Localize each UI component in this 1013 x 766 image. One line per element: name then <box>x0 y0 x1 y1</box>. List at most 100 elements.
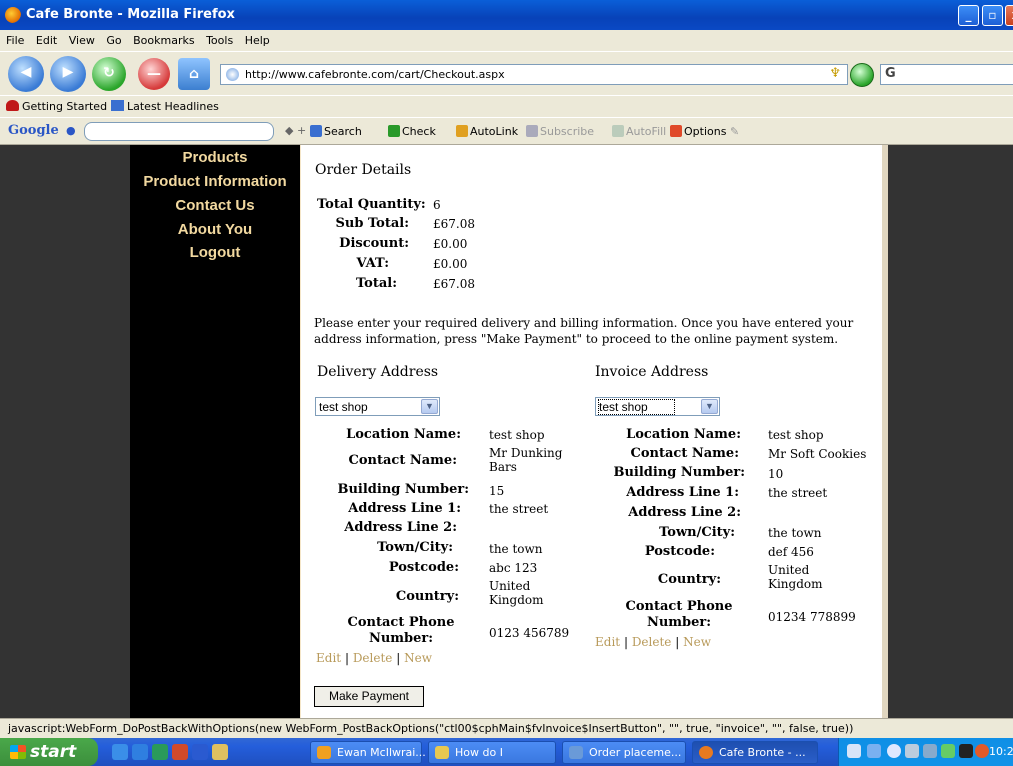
invoice-contact-label: Contact Name: <box>630 446 739 461</box>
menu-help[interactable]: Help <box>245 34 270 47</box>
menu-bookmarks[interactable]: Bookmarks <box>133 34 194 47</box>
google-search-input[interactable] <box>84 122 274 141</box>
home-icon: ⌂ <box>188 66 200 82</box>
delivery-phone-label: Contact Phone Number: <box>347 615 455 646</box>
delivery-contact-label: Contact Name: <box>348 453 457 468</box>
invoice-location-value: test shop <box>768 428 824 442</box>
home-button[interactable]: ⌂ <box>178 58 210 90</box>
browser-icon[interactable] <box>132 744 148 760</box>
invoice-new-link[interactable]: New <box>683 635 711 649</box>
invoice-address2-label: Address Line 2: <box>628 505 741 520</box>
search-box[interactable]: G <box>880 64 1013 85</box>
display-icon[interactable] <box>923 744 937 758</box>
delivery-location-value: test shop <box>489 428 545 442</box>
task-ewan[interactable]: Ewan McIlwrai... <box>310 741 426 764</box>
app-icon[interactable] <box>959 744 973 758</box>
close-button[interactable]: x <box>1005 5 1013 26</box>
nav-logout[interactable]: Logout <box>130 244 300 261</box>
folder-icon[interactable] <box>212 744 228 760</box>
google-toolbar: Google ● ◆ + Search Check AutoLink Subsc… <box>0 117 1013 145</box>
back-button[interactable]: ◀ <box>8 56 44 92</box>
taskbar: start Ewan McIlwrai... How do I Order pl… <box>0 738 1013 766</box>
make-payment-button[interactable]: Make Payment <box>314 686 424 707</box>
navigation-toolbar: ◀ ▶ ↻ — ⌂ http://www.cafebronte.com/cart… <box>0 51 1013 95</box>
google-logo[interactable]: Google <box>8 123 59 138</box>
go-button[interactable] <box>850 63 874 87</box>
delivery-address-select[interactable]: test shop ▼ <box>315 397 440 416</box>
link-separator: | <box>396 651 401 665</box>
google-g-icon: G <box>885 66 896 81</box>
menu-edit[interactable]: Edit <box>36 34 57 47</box>
back-arrow-icon: ◀ <box>20 64 32 80</box>
menu-tools[interactable]: Tools <box>206 34 233 47</box>
invoice-phone-value: 01234 778899 <box>768 610 856 624</box>
bookmark-icon <box>6 100 19 111</box>
bookmark-latest-headlines[interactable]: Latest Headlines <box>111 100 219 113</box>
window-title: Cafe Bronte - Mozilla Firefox <box>26 7 235 22</box>
vat-label: VAT: <box>356 256 389 271</box>
delivery-new-link[interactable]: New <box>404 651 432 665</box>
minimize-button[interactable]: _ <box>958 5 979 26</box>
invoice-address1-label: Address Line 1: <box>626 485 739 500</box>
stop-button[interactable]: — <box>138 58 170 90</box>
delivery-edit-link[interactable]: Edit <box>316 651 341 665</box>
bookmark-getting-started[interactable]: Getting Started <box>6 100 107 113</box>
reload-button[interactable]: ↻ <box>92 57 126 91</box>
delivery-building-value: 15 <box>489 484 505 498</box>
nav-about-you[interactable]: About You <box>130 221 300 238</box>
help-icon[interactable] <box>847 744 861 758</box>
google-subscribe-button[interactable]: Subscribe <box>526 125 594 138</box>
forward-arrow-icon: ▶ <box>62 64 74 80</box>
pencil-icon[interactable]: ✎ <box>730 125 739 138</box>
menu-bar: File Edit View Go Bookmarks Tools Help <box>0 30 1013 51</box>
ie-icon[interactable] <box>112 744 128 760</box>
task-cafe-bronte[interactable]: Cafe Bronte - ... <box>692 741 818 764</box>
delivery-phone-value: 0123 456789 <box>489 626 570 640</box>
forward-button[interactable]: ▶ <box>50 56 86 92</box>
start-button[interactable]: start <box>0 738 98 766</box>
menu-view[interactable]: View <box>69 34 95 47</box>
firefox-icon <box>5 7 21 23</box>
delivery-delete-link[interactable]: Delete <box>353 651 393 665</box>
spellcheck-icon <box>388 125 400 137</box>
powerpoint-icon[interactable] <box>172 744 188 760</box>
excel-icon[interactable] <box>152 744 168 760</box>
word-icon[interactable] <box>192 744 208 760</box>
document-icon <box>569 746 583 759</box>
task-how-do-i[interactable]: How do I <box>428 741 556 764</box>
google-check-button[interactable]: Check <box>388 125 436 138</box>
google-search-button[interactable]: Search <box>310 125 362 138</box>
google-autolink-button[interactable]: AutoLink <box>456 125 518 138</box>
google-options-button[interactable]: Options <box>670 125 726 138</box>
usb-icon[interactable] <box>905 744 919 758</box>
volume-icon[interactable] <box>887 744 901 758</box>
google-autofill-button[interactable]: AutoFill <box>612 125 666 138</box>
address-url: http://www.cafebronte.com/cart/Checkout.… <box>245 68 505 81</box>
menu-file[interactable]: File <box>6 34 24 47</box>
antivirus-icon[interactable] <box>975 744 989 758</box>
address-bar[interactable]: http://www.cafebronte.com/cart/Checkout.… <box>220 64 848 85</box>
messenger-icon <box>317 746 331 759</box>
chevron-down-icon: ▼ <box>421 399 438 414</box>
delivery-select-value: test shop <box>319 400 368 414</box>
rss-icon[interactable]: ♆ <box>829 66 841 81</box>
nav-products[interactable]: Products <box>130 149 300 166</box>
google-menu-icon[interactable]: ● <box>66 124 76 137</box>
invoice-edit-link[interactable]: Edit <box>595 635 620 649</box>
task-order-placement[interactable]: Order placeme... <box>562 741 686 764</box>
nav-contact-us[interactable]: Contact Us <box>130 197 300 214</box>
network-icon[interactable] <box>867 744 881 758</box>
invoice-address-select[interactable]: test shop ▼ <box>595 397 720 416</box>
invoice-country-label: Country: <box>657 572 721 587</box>
title-bar: Cafe Bronte - Mozilla Firefox _ ▫ x <box>0 0 1013 30</box>
clock: 10:27 <box>989 745 1013 758</box>
subscribe-icon <box>526 125 538 137</box>
nav-product-information[interactable]: Product Information <box>130 173 300 190</box>
security-icon[interactable] <box>941 744 955 758</box>
maximize-button[interactable]: ▫ <box>982 5 1003 26</box>
delivery-postcode-value: abc 123 <box>489 561 538 575</box>
invoice-delete-link[interactable]: Delete <box>632 635 672 649</box>
menu-go[interactable]: Go <box>106 34 121 47</box>
toolbar-separator: ◆ + <box>285 124 307 137</box>
link-separator: | <box>623 635 628 649</box>
